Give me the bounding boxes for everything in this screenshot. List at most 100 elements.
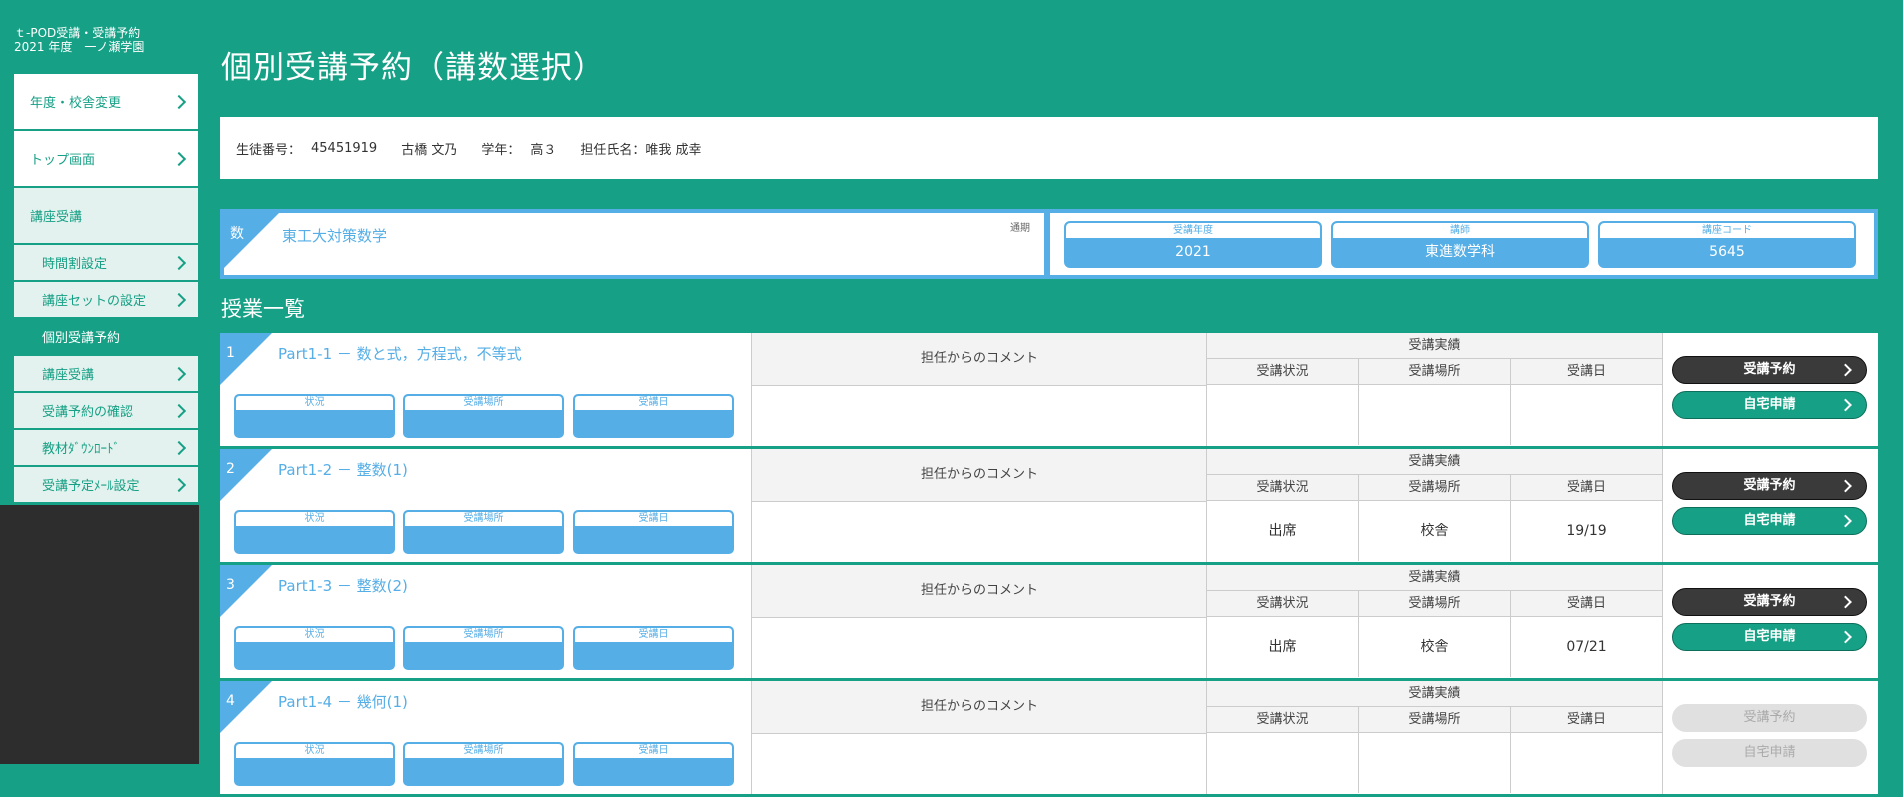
- attendance-record-values: 出席 校舎 07/21: [1207, 617, 1662, 677]
- student-id: 45451919: [311, 140, 378, 156]
- grade: 高３: [530, 142, 557, 158]
- rec-status-header: 受講状況: [1207, 707, 1359, 733]
- teacher-comment-header: 担任からのコメント: [752, 449, 1207, 502]
- home-application-button[interactable]: 自宅申請: [1672, 623, 1867, 651]
- place-box: 受講場所: [403, 394, 564, 438]
- rec-status-value: 出席: [1207, 501, 1359, 561]
- course-info: 数 東工大対策数学 通期 受講年度 2021 講師 東進数学科 講座コード 56…: [220, 209, 1878, 279]
- place-box: 受講場所: [403, 510, 564, 554]
- chevron-right-icon: [171, 440, 187, 455]
- date-box: 受講日: [573, 510, 734, 554]
- date-box: 受講日: [573, 394, 734, 438]
- attendance-record-columns: 受講状況 受講場所 受講日: [1207, 475, 1662, 501]
- lesson-number: 4: [226, 693, 235, 709]
- lesson-number: 1: [226, 345, 235, 361]
- attendance-record-values: [1207, 733, 1662, 793]
- reserve-button[interactable]: 受講予約: [1672, 472, 1867, 500]
- status-label: 状況: [236, 628, 393, 642]
- home-application-button[interactable]: 自宅申請: [1672, 391, 1867, 419]
- sidebar-item-individual-reservation[interactable]: 個別受講予約: [14, 319, 198, 355]
- rec-place-value: 校舎: [1359, 501, 1511, 561]
- attendance-record-columns: 受講状況 受講場所 受講日: [1207, 707, 1662, 733]
- sidebar-item-course-attendance[interactable]: 講座受講: [14, 356, 198, 392]
- date-label: 受講日: [575, 744, 732, 758]
- date-box: 受講日: [573, 742, 734, 786]
- sidebar-title-line1: ｔ-POD受講・受講予約: [14, 26, 141, 40]
- rec-place-value: [1359, 385, 1511, 445]
- lesson-title: Part1-1 － 数と式，方程式，不等式: [278, 345, 522, 363]
- teacher-comment: 担任からのコメント: [751, 681, 1207, 794]
- course-term: 通期: [1010, 223, 1030, 234]
- rec-date-header: 受講日: [1511, 591, 1662, 617]
- instructor-label: 講師: [1333, 223, 1587, 238]
- reserve-button[interactable]: 受講予約: [1672, 704, 1867, 732]
- course-code-card: 講座コード 5645: [1598, 221, 1856, 268]
- reserve-button[interactable]: 受講予約: [1672, 356, 1867, 384]
- rec-status-header: 受講状況: [1207, 591, 1359, 617]
- lesson-row: 2 Part1-2 － 整数(1) 状況 受講場所 受講日 担任からのコメント …: [220, 449, 1878, 565]
- place-box: 受講場所: [403, 626, 564, 670]
- teacher-name: 唯我 成幸: [645, 142, 702, 158]
- home-application-button[interactable]: 自宅申請: [1672, 739, 1867, 767]
- reserve-button-label: 受講予約: [1743, 362, 1796, 377]
- lesson-header: 1 Part1-1 － 数と式，方程式，不等式 状況 受講場所 受講日: [220, 333, 751, 446]
- date-label: 受講日: [575, 512, 732, 526]
- place-box: 受講場所: [403, 742, 564, 786]
- subject-label: 数: [230, 226, 244, 242]
- reserve-button-label: 受講予約: [1743, 478, 1796, 493]
- year-label: 受講年度: [1066, 223, 1320, 238]
- course-code-value: 5645: [1709, 244, 1745, 260]
- status-box: 状況: [234, 394, 395, 438]
- status-box: 状況: [234, 626, 395, 670]
- lesson-title: Part1-4 － 幾何(1): [278, 693, 408, 711]
- place-label: 受講場所: [405, 396, 562, 410]
- home-application-button[interactable]: 自宅申請: [1672, 507, 1867, 535]
- sidebar-item-course-set[interactable]: 講座セットの設定: [14, 282, 198, 318]
- attendance-record-values: 出席 校舎 19/19: [1207, 501, 1662, 561]
- sidebar-item-year-school-change[interactable]: 年度・校舎変更: [14, 74, 198, 130]
- lesson-row: 4 Part1-4 － 幾何(1) 状況 受講場所 受講日 担任からのコメント …: [220, 681, 1878, 797]
- home-application-button-label: 自宅申請: [1743, 629, 1796, 644]
- status-label: 状況: [236, 512, 393, 526]
- year-value: 2021: [1175, 244, 1211, 260]
- rec-status-header: 受講状況: [1207, 475, 1359, 501]
- page-title: 個別受講予約（講数選択）: [221, 50, 605, 86]
- sidebar-title: ｔ-POD受講・受講予約 2021 年度 一ノ瀬学園: [14, 26, 144, 54]
- rec-status-value: 出席: [1207, 617, 1359, 677]
- year-card: 受講年度 2021: [1064, 221, 1322, 268]
- chevron-right-icon: [171, 477, 187, 492]
- sidebar-item-timetable[interactable]: 時間割設定: [14, 245, 198, 281]
- teacher-comment: 担任からのコメント: [751, 565, 1207, 678]
- attendance-record-header: 受講実績: [1207, 565, 1662, 591]
- chevron-right-icon: [1839, 514, 1852, 528]
- teacher-comment: 担任からのコメント: [751, 333, 1207, 446]
- rec-date-header: 受講日: [1511, 707, 1662, 733]
- chevron-right-icon: [1839, 398, 1852, 412]
- attendance-record: 受講実績 受講状況 受講場所 受講日 出席 校舎 07/21: [1206, 565, 1663, 678]
- rec-date-value: [1511, 385, 1662, 445]
- attendance-record: 受講実績 受講状況 受講場所 受講日: [1206, 681, 1663, 794]
- sidebar-item-label: 年度・校舎変更: [30, 96, 122, 111]
- teacher-label: 担任氏名：: [580, 142, 646, 158]
- sidebar-item-top[interactable]: トップ画面: [14, 131, 198, 187]
- place-label: 受講場所: [405, 628, 562, 642]
- sidebar-item-label: 講座セットの設定: [42, 294, 147, 309]
- sidebar-item-reservation-check[interactable]: 受講予約の確認: [14, 393, 198, 429]
- sidebar-item-label: 講座受講: [42, 368, 95, 383]
- sidebar-item-mail-settings[interactable]: 受講予定ﾒｰﾙ設定: [14, 467, 198, 503]
- chevron-right-icon: [1839, 630, 1852, 644]
- chevron-right-icon: [171, 366, 187, 381]
- chevron-right-icon: [1839, 595, 1852, 609]
- chevron-right-icon: [171, 94, 187, 109]
- teacher-comment-header: 担任からのコメント: [752, 333, 1207, 386]
- sidebar-item-material-download[interactable]: 教材ﾀﾞｳﾝﾛｰﾄﾞ: [14, 430, 198, 466]
- date-box: 受講日: [573, 626, 734, 670]
- lesson-header: 4 Part1-4 － 幾何(1) 状況 受講場所 受講日: [220, 681, 751, 794]
- sidebar-item-label: 個別受講予約: [42, 331, 121, 346]
- reserve-button-label: 受講予約: [1743, 710, 1796, 725]
- reserve-button[interactable]: 受講予約: [1672, 588, 1867, 616]
- status-label: 状況: [236, 744, 393, 758]
- rec-place-header: 受講場所: [1359, 359, 1511, 385]
- sidebar-item-label: 講座受講: [30, 210, 83, 225]
- chevron-right-icon: [1839, 363, 1852, 377]
